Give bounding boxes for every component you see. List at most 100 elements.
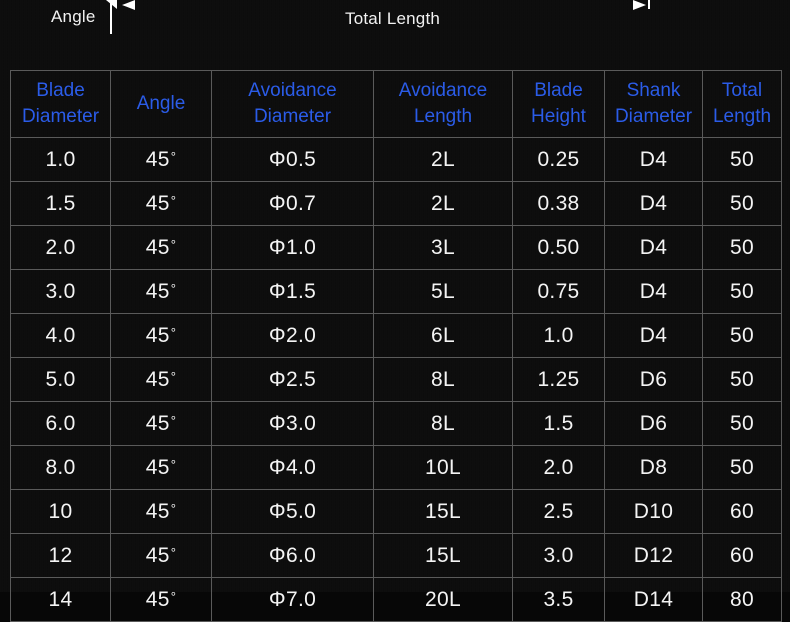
table-row: 3.0 45° Φ1.5 5L 0.75 D4 50 [10,269,782,314]
header-line-1: Total [721,80,763,102]
table-body: 1.0 45° Φ0.5 2L 0.25 D4 50 1.5 45° Φ0.7 2L 0.38 D4 50… [10,137,782,622]
degree-symbol: ° [170,280,177,296]
diagram-label-angle: Angle [51,7,96,26]
angle-value: 45 [145,279,170,303]
header-line-2: Diameter [253,106,332,127]
cell-shank-diameter: D4 [604,137,703,182]
cell-shank-diameter: D4 [604,225,703,270]
cell-total-length: 50 [702,445,782,490]
cell-total-length: 50 [702,137,782,182]
angle-value: 45 [145,191,170,215]
column-header-angle: Angle [110,70,212,138]
cell-avoidance-length: 8L [373,401,513,446]
dimension-tick-line [110,0,112,34]
cell-avoidance-diameter: Φ6.0 [211,533,374,578]
cell-shank-diameter: D10 [604,489,703,534]
cell-shank-diameter: D12 [604,533,703,578]
cell-shank-diameter: D6 [604,357,703,402]
dimension-end-tick [648,0,650,9]
degree-symbol: ° [170,544,177,560]
cell-avoidance-length: 5L [373,269,513,314]
cell-blade-height: 1.5 [512,401,605,446]
cell-blade-height: 0.25 [512,137,605,182]
cell-blade-height: 1.0 [512,313,605,358]
degree-symbol: ° [170,412,177,428]
cell-avoidance-diameter: Φ4.0 [211,445,374,490]
column-header-avoidance-diameter: Avoidance Diameter [211,70,374,138]
cell-avoidance-length: 3L [373,225,513,270]
table-header-row: Blade Diameter Angle Avoidance Diameter … [10,70,782,138]
cell-total-length: 50 [702,357,782,402]
header-line-1: Angle [136,93,186,115]
angle-value: 45 [145,455,170,479]
column-header-avoidance-length: Avoidance Length [373,70,513,138]
header-line-1: Shank [626,80,681,102]
arrow-left-icon [122,0,135,10]
cell-blade-height: 0.75 [512,269,605,314]
header-line-1: Blade [36,80,85,102]
degree-symbol: ° [170,324,177,340]
cell-blade-diameter: 1.0 [10,137,111,182]
cell-avoidance-diameter: Φ0.7 [211,181,374,226]
table-row: 1.0 45° Φ0.5 2L 0.25 D4 50 [10,137,782,182]
cell-avoidance-length: 2L [373,137,513,182]
cell-avoidance-diameter: Φ3.0 [211,401,374,446]
cell-blade-height: 0.50 [512,225,605,270]
angle-value: 45 [145,367,170,391]
cell-blade-height: 2.0 [512,445,605,490]
cell-blade-diameter: 8.0 [10,445,111,490]
cell-avoidance-length: 2L [373,181,513,226]
cell-total-length: 50 [702,181,782,226]
header-line-1: Avoidance [248,80,337,102]
cell-angle: 45° [110,313,212,358]
degree-symbol: ° [170,236,177,252]
column-header-total-length: Total Length [702,70,782,138]
cell-blade-diameter: 4.0 [10,313,111,358]
cell-avoidance-diameter: Φ0.5 [211,137,374,182]
cell-blade-height: 0.38 [512,181,605,226]
table-row: 2.0 45° Φ1.0 3L 0.50 D4 50 [10,225,782,270]
degree-symbol: ° [170,500,177,516]
cell-avoidance-diameter: Φ1.5 [211,269,374,314]
angle-value: 45 [145,235,170,259]
cell-blade-height: 3.0 [512,533,605,578]
cell-avoidance-length: 20L [373,577,513,622]
cell-total-length: 50 [702,225,782,270]
header-line-2: Diameter [21,106,100,127]
cell-angle: 45° [110,357,212,402]
cell-avoidance-length: 6L [373,313,513,358]
arrow-right-icon [633,0,646,10]
angle-value: 45 [145,499,170,523]
angle-value: 45 [145,543,170,567]
angle-value: 45 [145,147,170,171]
cell-avoidance-length: 10L [373,445,513,490]
cell-angle: 45° [110,225,212,270]
cell-angle: 45° [110,269,212,314]
specification-table: Blade Diameter Angle Avoidance Diameter … [10,70,782,622]
cell-total-length: 60 [702,489,782,534]
cell-avoidance-diameter: Φ2.0 [211,313,374,358]
column-header-blade-diameter: Blade Diameter [10,70,111,138]
cell-total-length: 80 [702,577,782,622]
cell-blade-diameter: 2.0 [10,225,111,270]
cell-shank-diameter: D6 [604,401,703,446]
cell-blade-diameter: 12 [10,533,111,578]
cell-shank-diameter: D8 [604,445,703,490]
cell-blade-height: 1.25 [512,357,605,402]
cell-blade-height: 2.5 [512,489,605,534]
cell-blade-diameter: 1.5 [10,181,111,226]
cell-avoidance-length: 15L [373,533,513,578]
table-row: 10 45° Φ5.0 15L 2.5 D10 60 [10,489,782,534]
cell-blade-diameter: 6.0 [10,401,111,446]
cell-angle: 45° [110,489,212,534]
angle-value: 45 [145,323,170,347]
table-row: 4.0 45° Φ2.0 6L 1.0 D4 50 [10,313,782,358]
cell-angle: 45° [110,181,212,226]
cell-shank-diameter: D14 [604,577,703,622]
cell-angle: 45° [110,445,212,490]
cell-angle: 45° [110,577,212,622]
cell-avoidance-length: 15L [373,489,513,534]
cell-total-length: 50 [702,401,782,446]
product-dimension-diagram: Angle Total Length [0,0,790,70]
degree-symbol: ° [170,588,177,604]
